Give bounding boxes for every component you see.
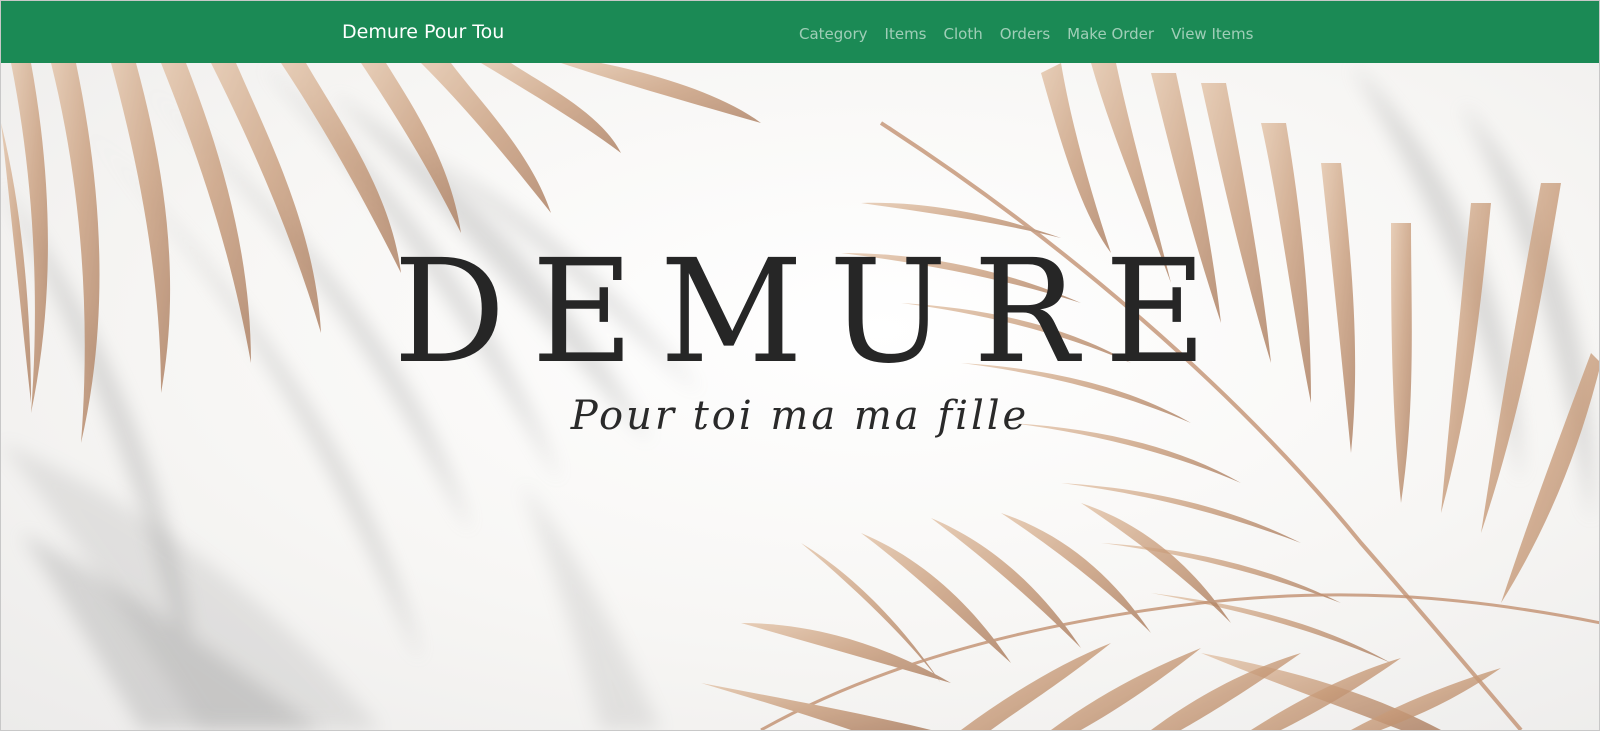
nav-link-make-order[interactable]: Make Order <box>1067 25 1154 43</box>
nav-link-category[interactable]: Category <box>799 25 868 43</box>
bottom-frond <box>701 503 1599 730</box>
hero-title: DEMURE <box>393 229 1233 396</box>
top-navbar: Demure Pour Tou Category Items Cloth Ord… <box>1 1 1599 63</box>
nav-link-view-items[interactable]: View Items <box>1171 25 1253 43</box>
hero-tagline: Pour toi ma ma fille <box>570 393 1030 439</box>
nav-links: Category Items Cloth Orders Make Order V… <box>799 25 1253 43</box>
hero-banner: DEMURE Pour toi ma ma fille <box>1 63 1599 730</box>
nav-link-cloth[interactable]: Cloth <box>944 25 983 43</box>
nav-link-orders[interactable]: Orders <box>1000 25 1050 43</box>
brand-link[interactable]: Demure Pour Tou <box>342 21 504 43</box>
browser-viewport: Demure Pour Tou Category Items Cloth Ord… <box>0 0 1600 731</box>
nav-link-items[interactable]: Items <box>885 25 927 43</box>
